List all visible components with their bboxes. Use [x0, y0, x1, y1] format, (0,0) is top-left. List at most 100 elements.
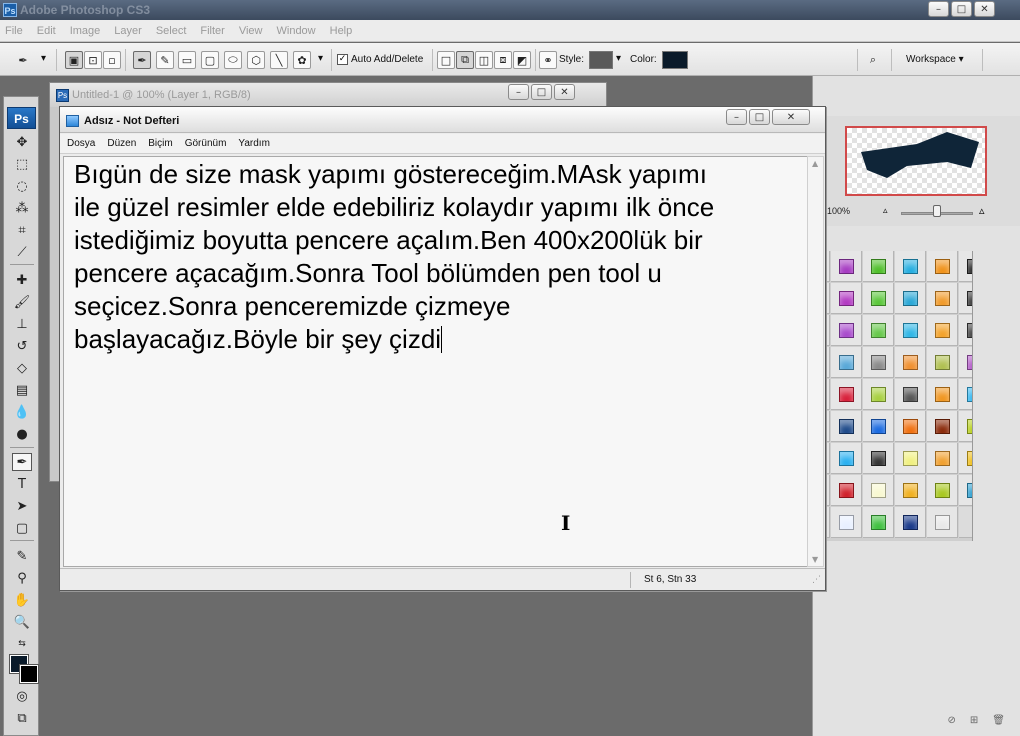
freeform-pen-icon[interactable]: ✎: [156, 51, 174, 69]
navigator-thumbnail[interactable]: [845, 126, 987, 196]
marquee-tool-icon[interactable]: ⬚: [12, 155, 32, 173]
quick-mask-icon[interactable]: ◎: [12, 687, 32, 705]
style-swatch[interactable]: [927, 475, 958, 506]
style-swatch[interactable]: [863, 283, 894, 314]
minimize-icon[interactable]: –: [928, 1, 949, 17]
history-brush-tool-icon[interactable]: ↺: [12, 337, 32, 355]
style-swatch[interactable]: [959, 283, 972, 314]
style-swatch[interactable]: [927, 379, 958, 410]
style-swatch[interactable]: [959, 443, 972, 474]
style-swatch[interactable]: [831, 251, 862, 282]
style-swatch[interactable]: [863, 411, 894, 442]
subtract-shape-icon[interactable]: ◫: [475, 51, 493, 69]
workspace-button[interactable]: Workspace ▾: [906, 54, 964, 65]
notepad-titlebar[interactable]: Adsız - Not Defteri – □ ✕: [60, 107, 825, 133]
menu-image[interactable]: Image: [70, 25, 101, 37]
notepad-menu-edit[interactable]: Düzen: [107, 138, 136, 149]
style-swatch[interactable]: [895, 379, 926, 410]
zoom-tool-icon[interactable]: 🔍: [12, 613, 32, 631]
blur-tool-icon[interactable]: 💧: [12, 403, 32, 421]
doc-maximize-icon[interactable]: □: [531, 84, 552, 100]
ellipse-icon[interactable]: ⬭: [224, 51, 242, 69]
style-swatch[interactable]: [863, 315, 894, 346]
style-swatch[interactable]: [831, 283, 862, 314]
style-swatch[interactable]: [959, 475, 972, 506]
style-swatch[interactable]: [927, 251, 958, 282]
style-swatch[interactable]: [863, 475, 894, 506]
gradient-tool-icon[interactable]: ▤: [12, 381, 32, 399]
style-swatch[interactable]: [863, 507, 894, 538]
healing-brush-tool-icon[interactable]: ✚: [12, 271, 32, 289]
rounded-rectangle-icon[interactable]: ▢: [201, 51, 219, 69]
style-swatch[interactable]: [831, 475, 862, 506]
doc-close-icon[interactable]: ✕: [554, 84, 575, 100]
menu-filter[interactable]: Filter: [200, 25, 224, 37]
style-swatch[interactable]: [831, 379, 862, 410]
maximize-icon[interactable]: □: [951, 1, 972, 17]
style-swatch[interactable]: [927, 347, 958, 378]
close-icon[interactable]: ✕: [974, 1, 995, 17]
style-swatch[interactable]: [959, 347, 972, 378]
preset-dropdown-icon[interactable]: ▾: [41, 53, 46, 64]
swap-colors-icon[interactable]: ⇆: [12, 635, 32, 653]
magic-wand-tool-icon[interactable]: ⁂: [12, 199, 32, 217]
style-swatch[interactable]: [863, 251, 894, 282]
notepad-content[interactable]: Bıgün de size mask yapımı göstereceğim.M…: [74, 159, 714, 354]
resize-grip-icon[interactable]: ⋰: [812, 575, 821, 585]
style-swatch[interactable]: [895, 251, 926, 282]
style-swatch[interactable]: [895, 475, 926, 506]
style-swatch[interactable]: [927, 283, 958, 314]
notepad-vertical-scrollbar[interactable]: ▲ ▼: [807, 156, 824, 567]
notepad-menu-file[interactable]: Dosya: [67, 138, 95, 149]
eyedropper-tool-icon[interactable]: ⚲: [12, 569, 32, 587]
notepad-menu-view[interactable]: Görünüm: [185, 138, 227, 149]
menu-window[interactable]: Window: [277, 25, 316, 37]
pen-tool-icon[interactable]: ✒: [12, 453, 32, 471]
exclude-shape-icon[interactable]: ◩: [513, 51, 531, 69]
notepad-menu-help[interactable]: Yardım: [238, 138, 270, 149]
notepad-menu-format[interactable]: Biçim: [148, 138, 172, 149]
shape-dropdown-icon[interactable]: ▾: [318, 53, 323, 64]
style-swatch[interactable]: [863, 443, 894, 474]
menu-select[interactable]: Select: [156, 25, 187, 37]
zoom-in-icon[interactable]: ▵: [979, 204, 985, 217]
intersect-shape-icon[interactable]: ⧈: [494, 51, 512, 69]
lasso-tool-icon[interactable]: ◌: [12, 177, 32, 195]
style-swatch[interactable]: [831, 443, 862, 474]
style-swatch[interactable]: [895, 347, 926, 378]
zoom-out-icon[interactable]: ▵: [883, 206, 888, 216]
type-tool-icon[interactable]: T: [12, 475, 32, 493]
style-swatch[interactable]: [927, 315, 958, 346]
shape-layers-icon[interactable]: ▣: [65, 51, 83, 69]
scroll-up-icon[interactable]: ▲: [812, 159, 818, 168]
notepad-text-area[interactable]: Bıgün de size mask yapımı göstereceğim.M…: [63, 156, 807, 567]
link-layer-style-icon[interactable]: ⚭: [539, 51, 557, 69]
style-swatch[interactable]: [959, 251, 972, 282]
style-swatch[interactable]: [895, 443, 926, 474]
fill-pixels-icon[interactable]: ▫: [103, 51, 121, 69]
style-swatch[interactable]: [831, 411, 862, 442]
document-titlebar[interactable]: Ps Untitled-1 @ 100% (Layer 1, RGB/8) – …: [50, 83, 606, 107]
style-swatch[interactable]: [863, 347, 894, 378]
style-picker[interactable]: [589, 51, 613, 69]
line-icon[interactable]: ╲: [270, 51, 288, 69]
doc-minimize-icon[interactable]: –: [508, 84, 529, 100]
style-swatch[interactable]: [927, 411, 958, 442]
style-swatch[interactable]: [895, 411, 926, 442]
dodge-tool-icon[interactable]: ●: [12, 425, 32, 443]
notes-tool-icon[interactable]: ✎: [12, 547, 32, 565]
style-swatch[interactable]: [927, 443, 958, 474]
paths-icon[interactable]: ⊡: [84, 51, 102, 69]
clear-style-icon[interactable]: ⊘: [948, 715, 956, 726]
add-to-shape-icon[interactable]: ⧉: [456, 51, 474, 69]
style-swatch[interactable]: [895, 283, 926, 314]
clone-stamp-tool-icon[interactable]: ⊥: [12, 315, 32, 333]
notepad-close-icon[interactable]: ✕: [772, 109, 810, 125]
new-style-icon[interactable]: ⊞: [970, 715, 978, 726]
scroll-down-icon[interactable]: ▼: [812, 555, 818, 564]
style-swatch[interactable]: [959, 411, 972, 442]
slice-tool-icon[interactable]: ⟋: [12, 243, 32, 261]
style-swatch[interactable]: [863, 379, 894, 410]
pen-icon[interactable]: ✒: [133, 51, 151, 69]
polygon-icon[interactable]: ⬡: [247, 51, 265, 69]
